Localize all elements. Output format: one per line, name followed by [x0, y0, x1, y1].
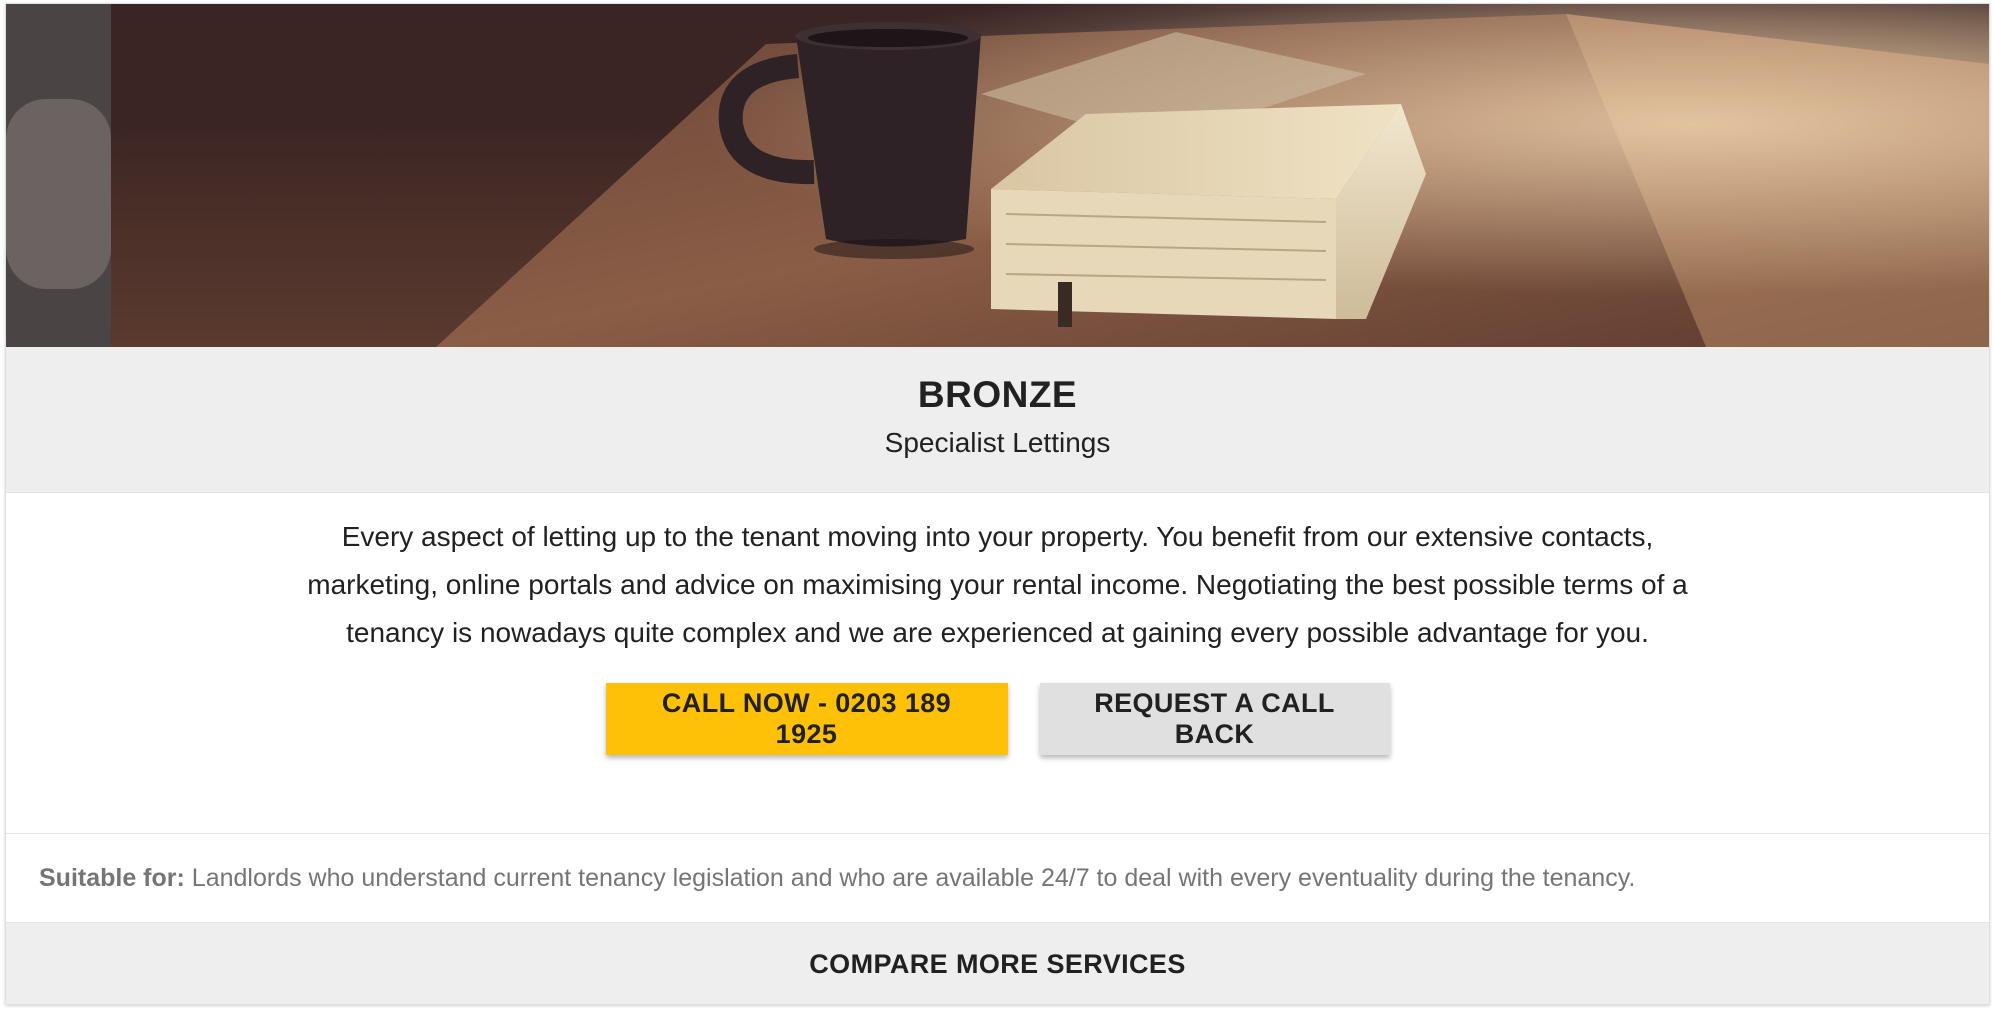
action-buttons: CALL NOW - 0203 189 1925 REQUEST A CALL …: [6, 683, 1989, 755]
plan-description: Every aspect of letting up to the tenant…: [307, 521, 1688, 648]
hero-illustration: [6, 4, 1989, 347]
card-body: Every aspect of letting up to the tenant…: [6, 493, 1989, 834]
hero-image: [6, 4, 1989, 347]
suitable-for-text: Landlords who understand current tenancy…: [184, 864, 1636, 892]
compare-more-services-link[interactable]: COMPARE MORE SERVICES: [6, 923, 1989, 1004]
plan-subtitle: Specialist Lettings: [884, 427, 1111, 458]
request-call-back-button[interactable]: REQUEST A CALL BACK: [1039, 683, 1390, 755]
plan-title: BRONZE: [917, 374, 1078, 415]
call-now-button[interactable]: CALL NOW - 0203 189 1925: [605, 683, 1008, 755]
suitable-for: Suitable for: Landlords who understand c…: [6, 834, 1989, 923]
suitable-for-label: Suitable for:: [39, 864, 185, 892]
title-band: BRONZE Specialist Lettings: [6, 347, 1989, 493]
service-card: BRONZE Specialist Lettings Every aspect …: [5, 3, 1990, 1005]
